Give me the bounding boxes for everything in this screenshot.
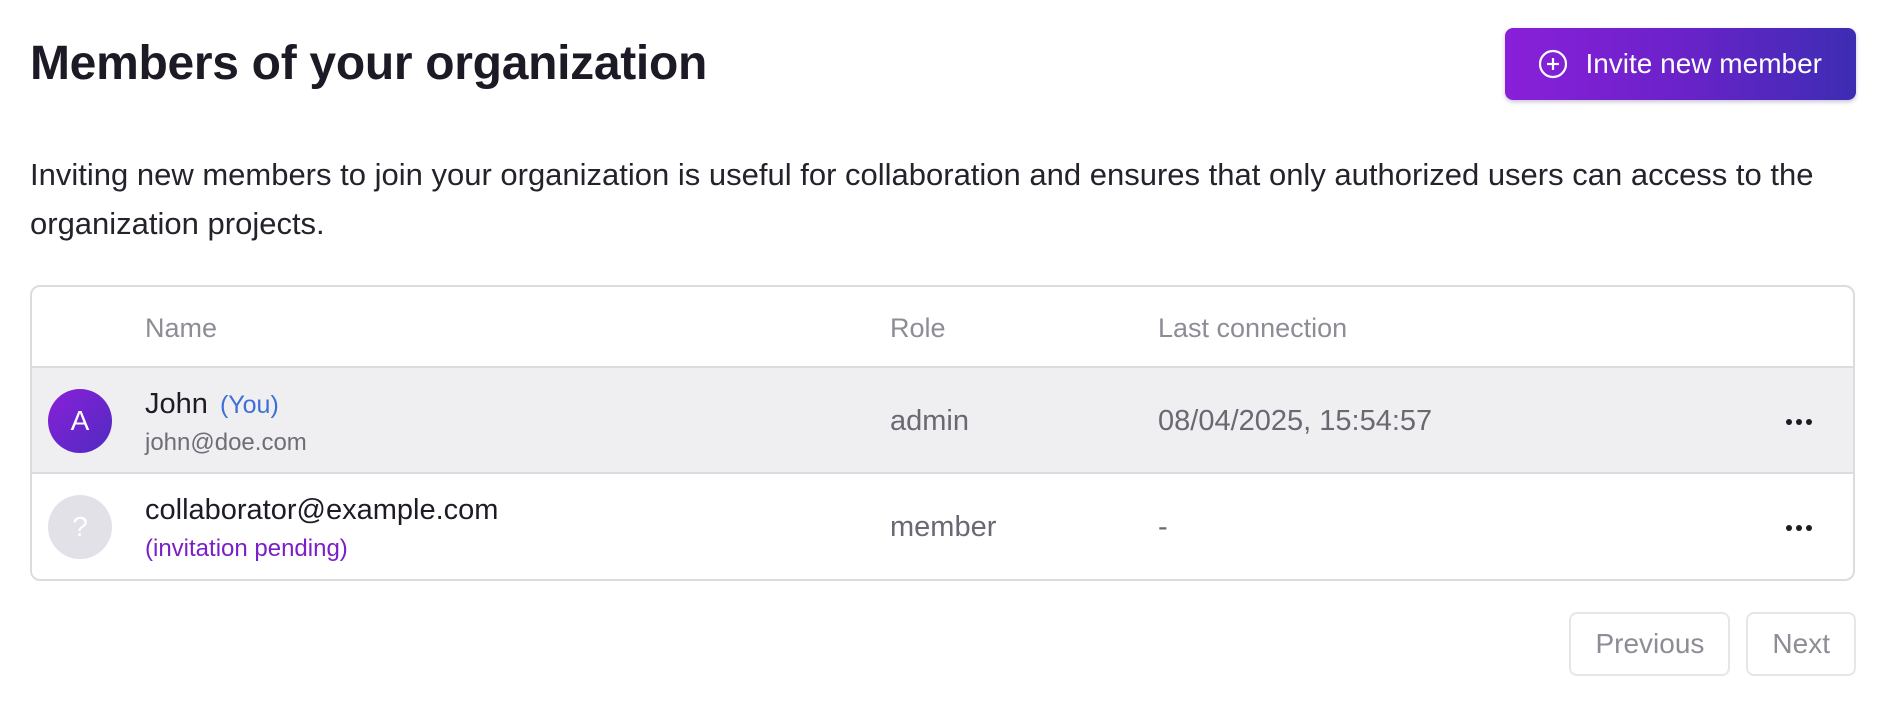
more-horizontal-icon: [1785, 414, 1813, 429]
pagination: Previous Next: [1569, 612, 1856, 676]
column-header-name: Name: [145, 313, 218, 343]
column-header-role: Role: [890, 313, 946, 343]
page-title: Members of your organization: [30, 37, 708, 90]
plus-circle-icon: [1537, 48, 1569, 80]
invite-new-member-button[interactable]: Invite new member: [1505, 28, 1856, 100]
column-header-last-connection: Last connection: [1158, 313, 1348, 343]
member-name-cell: John (You) john@doe.com: [145, 388, 307, 457]
previous-page-button[interactable]: Previous: [1569, 612, 1731, 676]
invite-button-label: Invite new member: [1585, 48, 1822, 79]
members-page: Members of your organization Invite new …: [0, 0, 1886, 728]
table-row: A John (You) john@doe.com admin 08/04/20…: [32, 368, 1853, 474]
next-page-button[interactable]: Next: [1746, 612, 1856, 676]
member-role: member: [890, 511, 997, 543]
avatar: A: [48, 389, 112, 453]
member-name-cell: collaborator@example.com (invitation pen…: [145, 494, 498, 563]
member-name: John: [145, 388, 208, 420]
table-header: Name Role Last connection: [32, 287, 1853, 368]
member-last-connection: -: [1158, 511, 1168, 543]
table-row: ? collaborator@example.com (invitation p…: [32, 474, 1853, 579]
member-last-connection: 08/04/2025, 15:54:57: [1158, 405, 1433, 437]
more-horizontal-icon: [1785, 520, 1813, 535]
members-table: Name Role Last connection A John (You) j…: [30, 285, 1855, 581]
row-actions-button[interactable]: [1779, 512, 1819, 542]
avatar: ?: [48, 495, 112, 559]
page-header: Members of your organization Invite new …: [30, 0, 1856, 120]
you-tag: (You): [219, 391, 279, 419]
row-actions-button[interactable]: [1779, 406, 1819, 436]
page-description: Inviting new members to join your organi…: [30, 157, 1814, 241]
member-name-line: John (You): [145, 388, 307, 421]
member-role: admin: [890, 405, 969, 437]
invitation-pending-status: (invitation pending): [145, 535, 348, 562]
member-email: john@doe.com: [145, 429, 307, 456]
member-name: collaborator@example.com: [145, 494, 499, 526]
